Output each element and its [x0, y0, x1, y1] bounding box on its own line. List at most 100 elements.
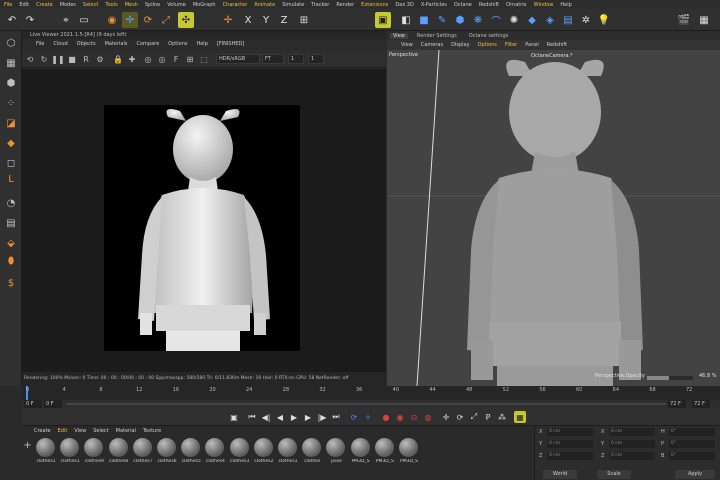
edges-mode-icon[interactable]: ◪ — [3, 115, 19, 131]
make-editable-icon[interactable]: ⬡ — [3, 35, 19, 51]
cloner-icon[interactable]: ❋ — [470, 12, 486, 28]
keyframe-selection-icon[interactable]: ⊙ — [408, 411, 420, 423]
render-icon[interactable]: ▣ — [228, 411, 240, 423]
motion-icon[interactable]: ✧ — [362, 411, 374, 423]
menu-tracker[interactable]: Tracker — [311, 2, 329, 8]
mograph-icon[interactable]: ✺ — [506, 12, 522, 28]
render-settings-icon[interactable]: ▦ — [696, 12, 712, 28]
scale-dropdown[interactable]: Scale — [597, 470, 631, 479]
material-item[interactable]: clothes5 — [179, 438, 201, 470]
settings-gear-icon[interactable]: ⚙ — [94, 53, 106, 65]
menu-character[interactable]: Character — [223, 2, 248, 8]
vp-menu-redshift[interactable]: Redshift — [547, 42, 567, 48]
prev-key-icon[interactable]: ◀| — [260, 411, 272, 423]
menu-ornatrix[interactable]: Ornatrix — [506, 2, 527, 8]
texture-mode-icon[interactable]: ▦ — [3, 55, 19, 71]
render-view-icon[interactable]: ◧ — [398, 12, 414, 28]
lv-menu-cloud[interactable]: Cloud — [53, 41, 67, 47]
environment-icon[interactable]: ◈ — [542, 12, 558, 28]
model-mode-icon[interactable]: ⬢ — [3, 75, 19, 91]
record-mode-icon[interactable]: ◍ — [422, 411, 434, 423]
menu-help[interactable]: Help — [560, 2, 571, 8]
mat-menu-material[interactable]: Material — [116, 428, 136, 434]
material-item[interactable]: clothes4 — [203, 438, 225, 470]
start-frame-field-2[interactable]: 0 F — [44, 400, 62, 408]
camera-icon[interactable]: ▤ — [560, 12, 576, 28]
param-key-icon[interactable]: P — [482, 411, 494, 423]
loop-icon[interactable]: ⟳ — [348, 411, 360, 423]
next-key-icon[interactable]: |▶ — [316, 411, 328, 423]
mat-menu-select[interactable]: Select — [93, 428, 108, 434]
menu-render[interactable]: Render — [336, 2, 354, 8]
menu-mograph[interactable]: MoGraph — [193, 2, 216, 8]
lv-menu-file[interactable]: File — [36, 41, 44, 47]
scale-key-icon[interactable]: ⤢ — [468, 411, 480, 423]
mat-menu-create[interactable]: Create — [34, 428, 51, 434]
material-item[interactable]: clothes — [300, 438, 322, 470]
lock-workplane-icon[interactable]: ⬙ — [3, 235, 19, 251]
menu-animate[interactable]: Animate — [254, 2, 275, 8]
z-axis-icon[interactable]: Z — [276, 12, 292, 28]
add-material-icon[interactable]: + — [22, 440, 33, 460]
rotate-icon[interactable]: ⟳ — [140, 12, 156, 28]
prev-frame-icon[interactable]: ◀ — [274, 411, 286, 423]
go-end-icon[interactable]: ⏭ — [330, 411, 342, 423]
menu-create[interactable]: Create — [36, 2, 53, 8]
grid-icon[interactable]: ⊞ — [184, 53, 196, 65]
coord-value-field[interactable]: 0 cm — [547, 428, 593, 436]
material-item[interactable]: clothes1 — [34, 438, 56, 470]
pen-icon[interactable]: ✎ — [434, 12, 450, 28]
menu-tools[interactable]: Tools — [105, 2, 117, 8]
play-icon[interactable]: ▶ — [288, 411, 300, 423]
menu-spline[interactable]: Spline — [145, 2, 160, 8]
vp-menu-cameras[interactable]: Cameras — [421, 42, 443, 48]
material-item[interactable]: pose — [324, 438, 346, 470]
uv-mode-icon[interactable]: ◻ — [3, 155, 19, 171]
lv-menu-materials[interactable]: Materials — [105, 41, 128, 47]
points-mode-icon[interactable]: ⁘ — [3, 95, 19, 111]
menu-redshift[interactable]: Redshift — [479, 2, 499, 8]
undo-icon[interactable]: ↶ — [4, 12, 20, 28]
end-frame-field[interactable]: 72 F — [668, 400, 686, 408]
clapper-icon[interactable]: 🎬 — [676, 12, 692, 28]
menu-window[interactable]: Window — [534, 2, 554, 8]
subdivision-icon[interactable]: ⬢ — [452, 12, 468, 28]
region-icon[interactable]: R — [80, 53, 92, 65]
timeline-ruler[interactable]: 0 4 8 12 16 20 24 28 32 36 40 44 48 52 56 60 64 68 72 — [22, 386, 720, 400]
channel-b-icon[interactable]: ◎ — [156, 53, 168, 65]
mat-menu-texture[interactable]: Texture — [143, 428, 161, 434]
cube-icon[interactable]: ■ — [416, 12, 432, 28]
lv-menu-objects[interactable]: Objects — [77, 41, 96, 47]
material-item[interactable]: clothes2 — [252, 438, 274, 470]
material-item[interactable]: clothes3 — [228, 438, 250, 470]
lock-icon[interactable]: 🔒 — [112, 53, 124, 65]
material-item[interactable]: clothes1 — [276, 438, 298, 470]
start-frame-field[interactable]: 0 F — [24, 400, 42, 408]
opacity-slider[interactable] — [647, 376, 693, 380]
material-item[interactable]: clothes6 — [155, 438, 177, 470]
scale-icon[interactable]: ⤢ — [158, 12, 174, 28]
timeline-window-icon[interactable]: ▦ — [514, 411, 526, 423]
bulb-icon[interactable]: 💡 — [596, 12, 612, 28]
region-select-icon[interactable]: ⬚ — [198, 53, 210, 65]
select-circle-icon[interactable]: ◉ — [104, 12, 120, 28]
polygons-mode-icon[interactable]: ◆ — [3, 135, 19, 151]
coord-value-field[interactable]: 0 cm — [547, 440, 593, 448]
material-item[interactable]: PM3D_S — [397, 438, 419, 470]
lv-menu-options[interactable]: Options — [168, 41, 187, 47]
go-start-icon[interactable]: ⏮ — [246, 411, 258, 423]
render-region-icon[interactable]: ▣ — [375, 12, 391, 28]
mode-dropdown[interactable]: FT — [262, 54, 284, 64]
light-icon[interactable]: ✲ — [578, 12, 594, 28]
channel-a-icon[interactable]: ◎ — [142, 53, 154, 65]
vp-menu-display[interactable]: Display — [451, 42, 469, 48]
move-icon[interactable]: ✛ — [122, 12, 138, 28]
live-select-icon[interactable]: ⌖ — [58, 12, 74, 28]
paint-icon[interactable]: ⬮ — [3, 253, 19, 269]
stop-icon[interactable]: ■ — [66, 53, 78, 65]
frame-range-slider[interactable] — [66, 403, 666, 405]
render-area[interactable] — [22, 69, 386, 372]
coord-value-field[interactable]: 0 cm — [547, 452, 593, 460]
color-space-dropdown[interactable]: HDR/sRGB — [216, 54, 260, 64]
restart-icon[interactable]: ↻ — [38, 53, 50, 65]
